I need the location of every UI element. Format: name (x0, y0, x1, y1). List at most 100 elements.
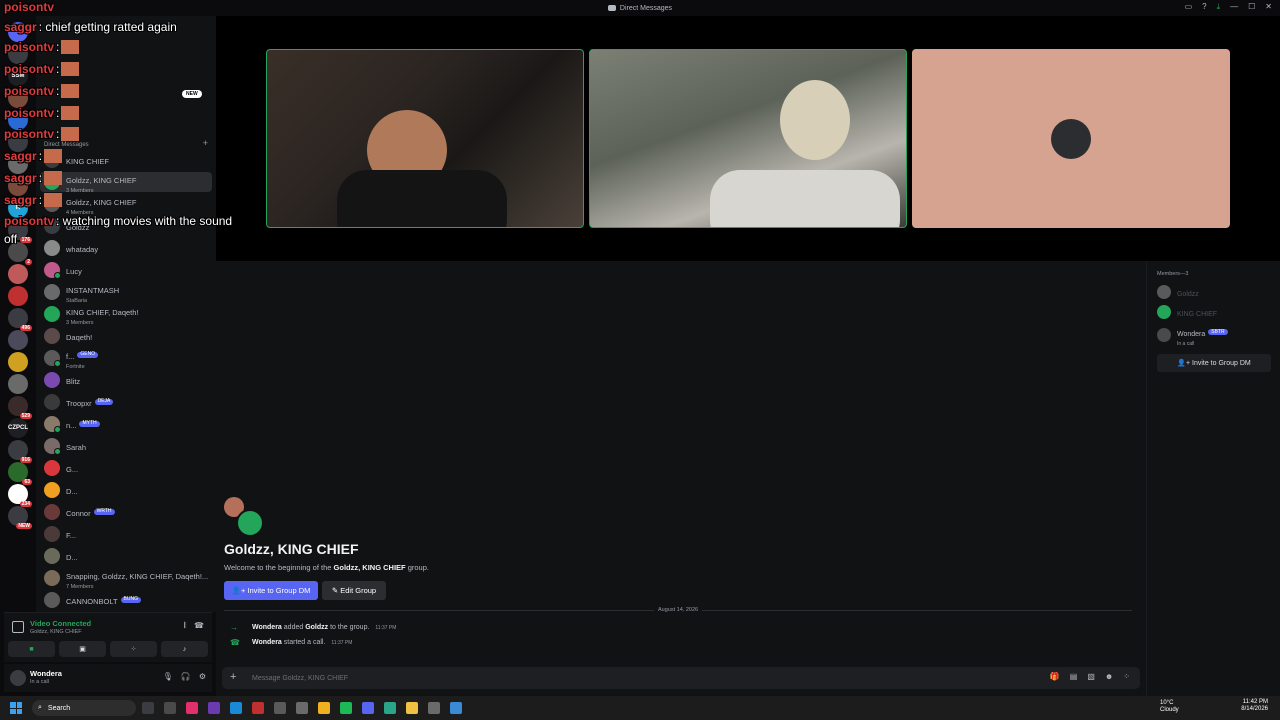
server-icon[interactable] (8, 88, 28, 108)
dm-list-item[interactable]: Lucy (40, 260, 212, 280)
dm-list-item[interactable]: F... (40, 524, 212, 544)
dm-list-item[interactable]: Blitz (40, 370, 212, 390)
server-icon[interactable]: 529 (8, 396, 32, 419)
server-icon[interactable]: 916 (8, 440, 32, 463)
help-icon[interactable]: ? (1202, 2, 1206, 12)
server-icon[interactable] (8, 286, 28, 306)
user-avatar[interactable] (10, 670, 26, 686)
taskbar-app-icon[interactable] (406, 702, 418, 714)
disconnect-icon[interactable]: ☎ (194, 621, 204, 631)
server-icon[interactable]: SSM (8, 66, 28, 86)
dm-list-item[interactable]: Snapping, Goldzz, KING CHIEF, Daqeth!...… (40, 568, 212, 590)
dm-list-item[interactable]: D... (40, 546, 212, 566)
dm-list-item[interactable]: f... GENO Fortnite (40, 346, 212, 370)
server-icon[interactable]: 234 (8, 484, 32, 507)
dm-name-row: f... GENO (66, 346, 99, 364)
dm-list-item[interactable]: KING CHIEF, Daqeth! 3 Members (40, 304, 212, 326)
soundwave-icon[interactable]: 𝄃 (184, 621, 186, 631)
server-icon[interactable]: NEW (8, 506, 32, 529)
minimize-icon[interactable]: — (1230, 2, 1238, 12)
screenshare-button[interactable]: ▣ (59, 641, 106, 657)
dm-list-item[interactable]: Goldzz, KING CHIEF 3 Members (40, 172, 212, 194)
activities-button[interactable]: ⁘ (110, 641, 157, 657)
invite-group-button[interactable]: 👤+ Invite to Group DM (224, 581, 318, 600)
taskbar-search[interactable]: ⌕ Search (32, 700, 136, 716)
weather-widget[interactable]: 10°C Cloudy (1160, 700, 1179, 714)
close-icon[interactable]: ✕ (1265, 2, 1272, 12)
dm-list-item[interactable]: Goldzz (40, 216, 212, 236)
server-icon[interactable] (8, 44, 28, 64)
server-icon[interactable] (8, 374, 28, 394)
members-invite-button[interactable]: 👤+ Invite to Group DM (1157, 354, 1271, 372)
dm-list-item[interactable]: whataday (40, 238, 212, 258)
member-item[interactable]: Wondera SBTR In a call (1157, 323, 1228, 347)
sticker-icon[interactable]: ▧ (1087, 672, 1095, 681)
server-icon[interactable]: CZPCL (8, 418, 28, 438)
member-item[interactable]: KING CHIEF (1157, 303, 1217, 321)
dm-list-item[interactable]: G... (40, 458, 212, 478)
camera-button[interactable]: ■ (8, 641, 55, 657)
signal-icon[interactable] (12, 621, 24, 633)
dm-list-item[interactable]: CANNONBOLT BUNG (40, 590, 212, 610)
dm-list-item[interactable]: Connor WRTH (40, 502, 212, 522)
server-icon[interactable] (8, 132, 28, 152)
taskbar-app-icon[interactable] (230, 702, 242, 714)
server-icon[interactable]: 2 (8, 242, 32, 265)
headphones-icon[interactable]: 🎧 (181, 672, 191, 681)
user-name[interactable]: Wondera (30, 669, 62, 678)
server-icon[interactable] (8, 352, 28, 372)
video-tile-1[interactable] (266, 49, 584, 228)
microphone-icon[interactable]: 🎙 (163, 672, 173, 681)
server-icon[interactable]: 63 (8, 462, 32, 485)
dm-list-item[interactable]: Troopxr DEJA (40, 392, 212, 412)
gift-icon[interactable]: 🎁 (1050, 672, 1060, 681)
taskbar-app-icon[interactable] (450, 702, 462, 714)
server-icon[interactable]: 496 (8, 308, 32, 331)
apps-icon[interactable]: ⁘ (1123, 672, 1130, 681)
dm-list-item[interactable]: Goldzz, KING CHIEF 4 Members (40, 194, 212, 216)
taskbar-app-icon[interactable] (362, 702, 374, 714)
taskbar-app-icon[interactable] (340, 702, 352, 714)
taskbar-app-icon[interactable] (208, 702, 220, 714)
soundboard-button[interactable]: ♪ (161, 641, 208, 657)
video-tile-2[interactable] (589, 49, 907, 228)
maximize-icon[interactable]: ☐ (1248, 2, 1255, 12)
dm-list-item[interactable]: Daqeth! (40, 326, 212, 346)
message-input[interactable] (252, 672, 1012, 684)
server-icon[interactable] (8, 176, 28, 196)
emoji-icon[interactable]: ☻ (1105, 672, 1113, 681)
server-icon[interactable] (8, 264, 28, 284)
windows-start-icon[interactable] (10, 702, 22, 714)
gif-icon[interactable]: ▤ (1070, 672, 1078, 681)
server-icon[interactable] (8, 154, 28, 174)
edit-group-button[interactable]: ✎ Edit Group (322, 581, 386, 600)
dm-list-item[interactable]: INSTANTMASH StaBaria (40, 282, 212, 304)
server-icon[interactable] (8, 22, 28, 42)
dm-list-item[interactable]: Sarah (40, 436, 212, 456)
settings-icon[interactable]: ⚙ (199, 672, 206, 681)
server-icon[interactable] (8, 330, 28, 350)
create-dm-icon[interactable]: + (203, 138, 208, 148)
taskbar-app-icon[interactable] (252, 702, 264, 714)
dm-list-item[interactable]: KING CHIEF (40, 150, 212, 170)
dm-list-item[interactable]: n... MYTH (40, 414, 212, 434)
dm-list-item[interactable]: D... (40, 480, 212, 500)
taskbar-app-icon[interactable] (318, 702, 330, 714)
taskbar-app-icon[interactable] (186, 702, 198, 714)
member-item[interactable]: Goldzz (1157, 283, 1199, 301)
download-icon[interactable]: ⤓ (1217, 2, 1221, 12)
taskbar-app-icon[interactable] (142, 702, 154, 714)
taskbar-app-icon[interactable] (164, 702, 176, 714)
video-tile-3[interactable] (912, 49, 1230, 228)
server-icon[interactable] (8, 110, 28, 130)
clock[interactable]: 11:42 PM 8/14/2026 (1241, 699, 1268, 713)
server-icon[interactable]: 176 (8, 220, 32, 243)
taskbar-app-icon[interactable] (428, 702, 440, 714)
inbox-icon[interactable]: ▭ (1185, 2, 1193, 12)
attach-plus-icon[interactable]: + (230, 671, 236, 683)
taskbar-app-icon[interactable] (274, 702, 286, 714)
server-icon[interactable]: K (8, 198, 28, 218)
taskbar-app-icon[interactable] (384, 702, 396, 714)
voice-channel[interactable]: Goldzz, KING CHIEF (30, 629, 82, 635)
taskbar-app-icon[interactable] (296, 702, 308, 714)
